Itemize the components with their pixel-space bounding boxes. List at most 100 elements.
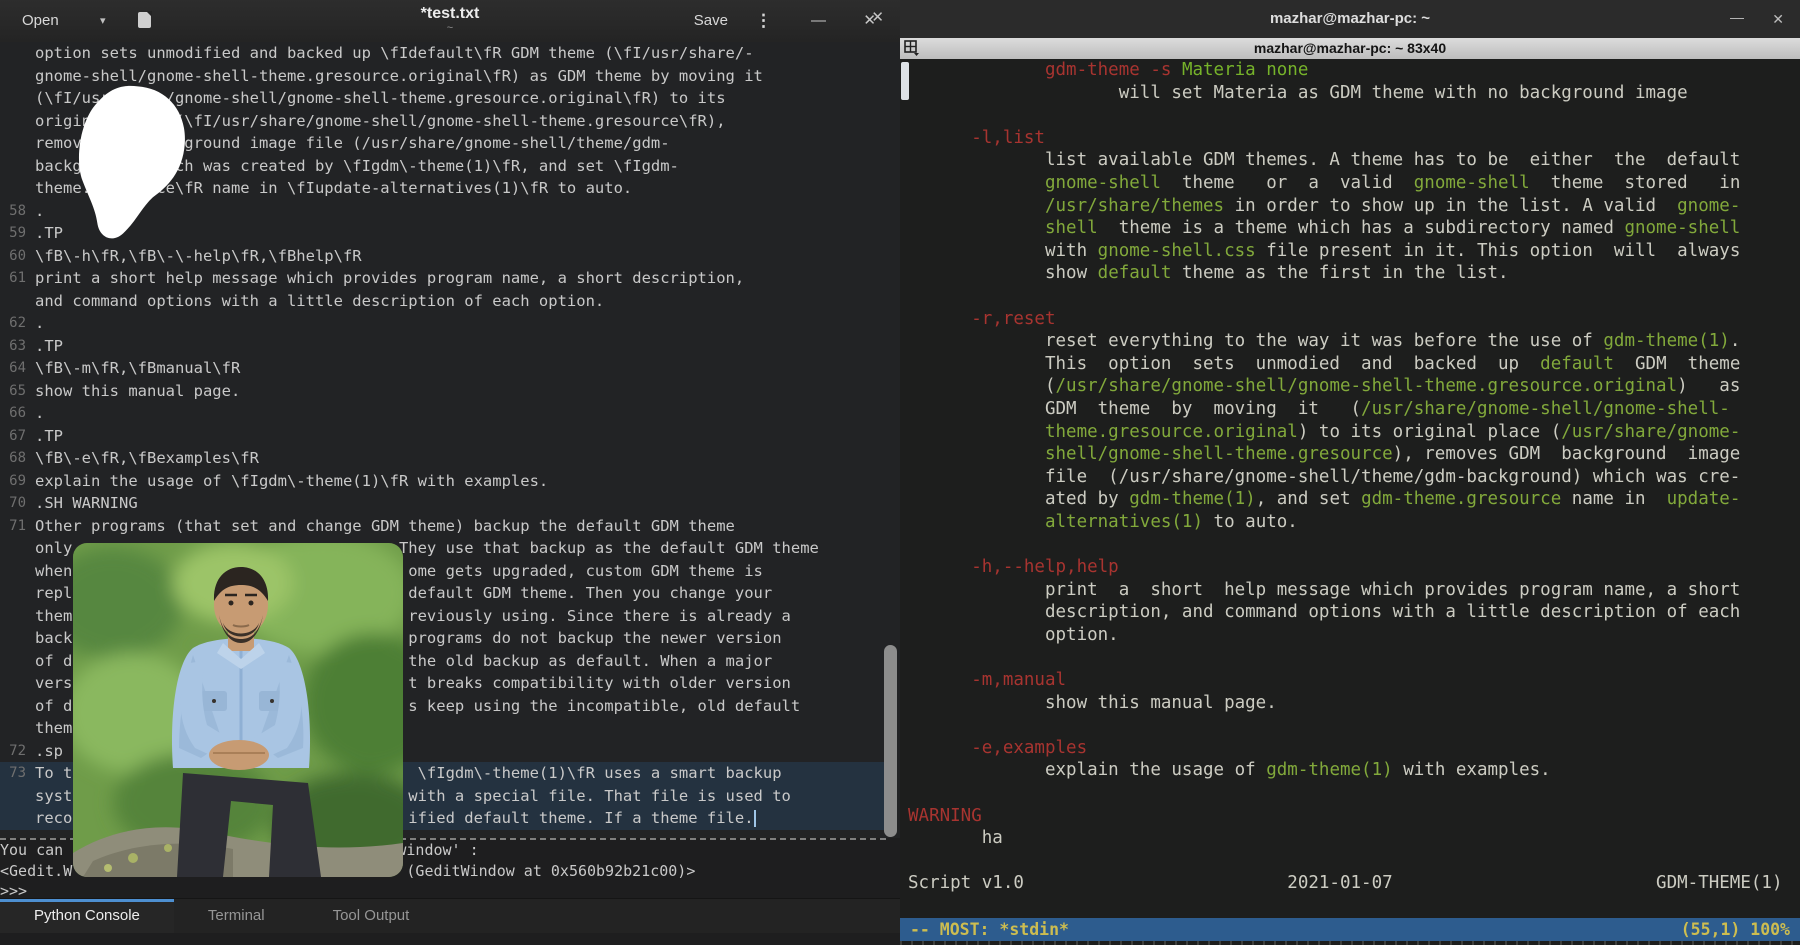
line-number: 62	[0, 312, 35, 335]
open-button[interactable]: Open	[22, 0, 59, 42]
terminal-row: show default theme as the first in the l…	[908, 262, 1800, 285]
terminal-row: option.	[908, 624, 1800, 647]
line-number	[0, 42, 35, 65]
line-number	[0, 650, 35, 673]
editor-row[interactable]: 61print a short help message which provi…	[0, 267, 884, 290]
line-number: 64	[0, 357, 35, 380]
most-pager-statusbar: -- MOST: *stdin* (55,1) 100%	[900, 918, 1800, 941]
line-number: 59	[0, 222, 35, 245]
editor-row[interactable]: and command options with a little descri…	[0, 290, 884, 313]
editor-row-text: .TP	[35, 335, 63, 358]
terminal-minimize-button[interactable]: —	[1730, 0, 1744, 34]
minimize-button[interactable]: —	[811, 0, 826, 42]
editor-row[interactable]: 60\fB\-h\fR,\fB\-\-help\fR,\fBhelp\fR	[0, 245, 884, 268]
terminal-tabbar: mazhar@mazhar-pc: ~ 83x40	[900, 38, 1800, 59]
line-number: 70	[0, 492, 35, 515]
editor-row-text: .TP	[35, 425, 63, 448]
editor-row[interactable]: 71Other programs (that set and change GD…	[0, 515, 884, 538]
editor-row[interactable]: 65show this manual page.	[0, 380, 884, 403]
tab-tool-output[interactable]: Tool Output	[299, 899, 444, 933]
gedit-window: Open ▾ *test.txt ~ Save ⋮ — ✕ option set…	[0, 0, 900, 945]
terminal-row: show this manual page.	[908, 692, 1800, 715]
editor-row-text: show this manual page.	[35, 380, 240, 403]
terminal-row: gnome-shell theme or a valid gnome-shell…	[908, 172, 1800, 195]
editor-row-text: .	[35, 200, 44, 223]
editor-row[interactable]: option sets unmodified and backed up \fI…	[0, 42, 884, 65]
terminal-row: /usr/share/themes in order to show up in…	[908, 195, 1800, 218]
editor-row-text: explain the usage of \fIgdm\-theme(1)\fR…	[35, 470, 548, 493]
terminal-titlebar: mazhar@mazhar-pc: ~ — ✕	[900, 0, 1800, 38]
line-number	[0, 582, 35, 605]
terminal-row: alternatives(1) to auto.	[908, 511, 1800, 534]
editor-row-text: print a short help message which provide…	[35, 267, 744, 290]
save-button[interactable]: Save	[694, 0, 728, 42]
terminal-row: with gnome-shell.css file present in it.…	[908, 240, 1800, 263]
terminal-row: (/usr/share/gnome-shell/gnome-shell-them…	[908, 375, 1800, 398]
line-number	[0, 560, 35, 583]
terminal-row	[908, 104, 1800, 127]
most-status-left: -- MOST: *stdin*	[910, 918, 1069, 941]
line-number: 71	[0, 515, 35, 538]
line-number	[0, 177, 35, 200]
tab-python-console[interactable]: Python Console	[0, 899, 174, 933]
panel-close-icon[interactable]: ✕	[871, 8, 884, 26]
editor-row-text: .	[35, 312, 44, 335]
terminal-row	[908, 850, 1800, 873]
editor-row[interactable]: 64\fB\-m\fR,\fBmanual\fR	[0, 357, 884, 380]
editor-row[interactable]: 68\fB\-e\fR,\fBexamples\fR	[0, 447, 884, 470]
clipped-text-row	[900, 941, 1800, 945]
terminal-row: -l,list	[908, 127, 1800, 150]
editor-row[interactable]: 69explain the usage of \fIgdm\-theme(1)\…	[0, 470, 884, 493]
editor-row[interactable]: 63.TP	[0, 335, 884, 358]
editor-row[interactable]: 62.	[0, 312, 884, 335]
terminal-row: explain the usage of gdm-theme(1) with e…	[908, 759, 1800, 782]
editor-row-text: option sets unmodified and backed up \fI…	[35, 42, 754, 65]
editor-row-text: \fB\-e\fR,\fBexamples\fR	[35, 447, 259, 470]
line-number	[0, 290, 35, 313]
terminal-row: -m,manual	[908, 669, 1800, 692]
line-number	[0, 785, 35, 808]
line-number	[0, 627, 35, 650]
editor-row[interactable]: 66.	[0, 402, 884, 425]
terminal-row: -h,--help,help	[908, 556, 1800, 579]
terminal-close-button[interactable]: ✕	[1772, 0, 1784, 38]
tab-terminal[interactable]: Terminal	[174, 899, 299, 933]
photo-overlay	[73, 543, 403, 877]
terminal-row	[908, 782, 1800, 805]
editor-row[interactable]: 70.SH WARNING	[0, 492, 884, 515]
terminal-row: theme.gresource.original) to its origina…	[908, 421, 1800, 444]
editor-scrollbar-thumb[interactable]	[884, 645, 897, 837]
line-number: 72	[0, 740, 35, 763]
terminal-row: WARNING	[908, 805, 1800, 828]
line-number	[0, 717, 35, 740]
open-dropdown-caret-icon[interactable]: ▾	[100, 0, 106, 42]
terminal-title: mazhar@mazhar-pc: ~	[900, 0, 1800, 38]
white-blob-overlay	[70, 80, 195, 240]
terminal-row: gdm-theme -s Materia none	[908, 59, 1800, 82]
line-number: 58	[0, 200, 35, 223]
terminal-row: This option sets unmodied and backed up …	[908, 353, 1800, 376]
line-number: 67	[0, 425, 35, 448]
terminal-window: mazhar@mazhar-pc: ~ — ✕ mazhar@mazhar-pc…	[900, 0, 1800, 945]
document-path: ~	[250, 22, 650, 34]
terminal-row: shell/gnome-shell-theme.gresource), remo…	[908, 443, 1800, 466]
most-status-right: (55,1) 100%	[1681, 918, 1790, 941]
line-number	[0, 87, 35, 110]
editor-row-text: \fB\-h\fR,\fB\-\-help\fR,\fBhelp\fR	[35, 245, 362, 268]
terminal-row: list available GDM themes. A theme has t…	[908, 149, 1800, 172]
terminal-row: -e,examples	[908, 737, 1800, 760]
terminal-row: description, and command options with a …	[908, 601, 1800, 624]
terminal-body[interactable]: gdm-theme -s Materia none will set Mater…	[900, 59, 1800, 945]
new-document-icon	[138, 12, 151, 28]
text-cursor	[754, 810, 756, 827]
editor-row-text: .SH WARNING	[35, 492, 138, 515]
line-number	[0, 605, 35, 628]
terminal-tab-label[interactable]: mazhar@mazhar-pc: ~ 83x40	[1254, 40, 1446, 56]
editor-row[interactable]: 67.TP	[0, 425, 884, 448]
editor-row-text: Other programs (that set and change GDM …	[35, 515, 735, 538]
terminal-group-icon[interactable]	[904, 40, 920, 56]
document-title: *test.txt	[250, 5, 650, 23]
terminal-row	[908, 285, 1800, 308]
menu-kebab-icon[interactable]: ⋮	[755, 0, 772, 42]
new-document-button[interactable]	[138, 12, 151, 32]
